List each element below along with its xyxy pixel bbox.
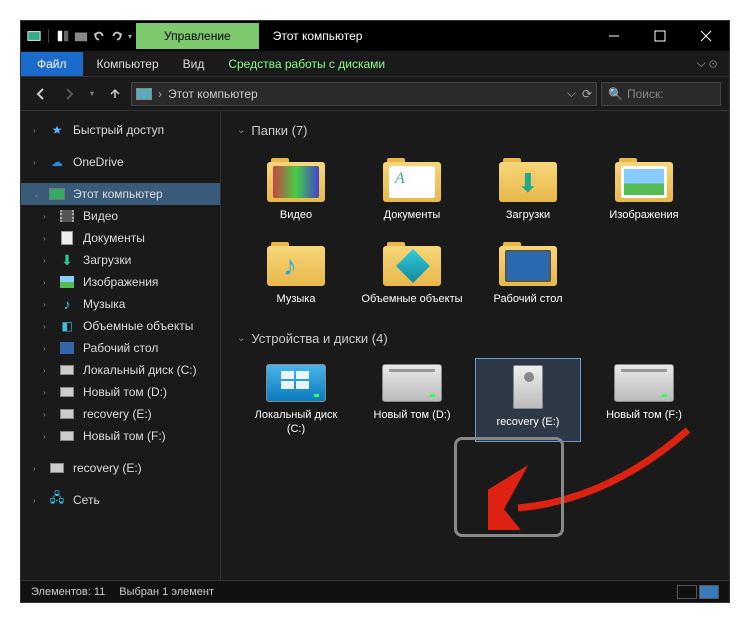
qat-dropdown-icon[interactable]: ▾ bbox=[128, 32, 132, 41]
download-icon: ⬇ bbox=[59, 252, 75, 268]
sidebar-network[interactable]: ›🖧Сеть bbox=[21, 489, 220, 511]
folder-music[interactable]: ♪ Музыка bbox=[243, 234, 349, 312]
up-button[interactable] bbox=[103, 82, 127, 106]
cube-icon: ◧ bbox=[59, 318, 75, 334]
forward-button[interactable] bbox=[57, 82, 81, 106]
document-icon bbox=[59, 230, 75, 246]
drive-recovery[interactable]: recovery (E:) bbox=[475, 358, 581, 443]
sidebar-recovery-ext[interactable]: ›recovery (E:) bbox=[21, 457, 220, 479]
nav-bar: ▾ › Этот компьютер ⌵ ⟳ 🔍 Поиск: bbox=[21, 77, 729, 111]
back-button[interactable] bbox=[29, 82, 53, 106]
window-title: Этот компьютер bbox=[273, 29, 363, 43]
group-folders-header[interactable]: ⌄Папки (7) bbox=[233, 117, 717, 144]
group-drives-header[interactable]: ⌄Устройства и диски (4) bbox=[233, 325, 717, 352]
sidebar-item-music[interactable]: ›♪Музыка bbox=[21, 293, 220, 315]
status-bar: Элементов: 11 Выбран 1 элемент bbox=[21, 580, 729, 602]
search-box[interactable]: 🔍 Поиск: bbox=[601, 82, 721, 106]
nav-pane: ›★Быстрый доступ ›☁OneDrive ⌄Этот компью… bbox=[21, 111, 221, 580]
sidebar-this-pc[interactable]: ⌄Этот компьютер bbox=[21, 183, 220, 205]
maximize-button[interactable] bbox=[637, 21, 683, 51]
sidebar-item-downloads[interactable]: ›⬇Загрузки bbox=[21, 249, 220, 271]
content-pane: ⌄Папки (7) Видео A Документы ⬇ Загрузки … bbox=[221, 111, 729, 580]
chevron-down-icon: ⌄ bbox=[237, 333, 245, 344]
breadcrumb[interactable]: Этот компьютер bbox=[168, 87, 258, 101]
ribbon-context-tab[interactable]: Управление bbox=[136, 23, 259, 49]
sidebar-item-3d[interactable]: ›◧Объемные объекты bbox=[21, 315, 220, 337]
sidebar-item-d[interactable]: ›Новый том (D:) bbox=[21, 381, 220, 403]
folder-3d-objects[interactable]: Объемные объекты bbox=[359, 234, 465, 312]
drive-icon bbox=[49, 460, 65, 476]
film-icon bbox=[59, 208, 75, 224]
ribbon-tab-drive-tools[interactable]: Средства работы с дисками bbox=[216, 52, 397, 76]
drive-icon bbox=[59, 428, 75, 444]
folder-videos[interactable]: Видео bbox=[243, 150, 349, 228]
pc-icon bbox=[49, 186, 65, 202]
sidebar-item-c[interactable]: ›Локальный диск (C:) bbox=[21, 359, 220, 381]
undo-icon[interactable] bbox=[92, 29, 106, 43]
drive-icon bbox=[59, 362, 75, 378]
star-icon: ★ bbox=[49, 122, 65, 138]
minimize-button[interactable] bbox=[591, 21, 637, 51]
quick-access-toolbar: ▾ bbox=[21, 29, 132, 43]
titlebar: ▾ Управление Этот компьютер bbox=[21, 21, 729, 51]
recent-dropdown[interactable]: ▾ bbox=[85, 82, 99, 106]
sidebar-onedrive[interactable]: ›☁OneDrive bbox=[21, 151, 220, 173]
chevron-down-icon: ⌄ bbox=[237, 125, 245, 136]
ribbon-tab-computer[interactable]: Компьютер bbox=[85, 52, 171, 76]
sidebar-item-f[interactable]: ›Новый том (F:) bbox=[21, 425, 220, 447]
drive-d[interactable]: Новый том (D:) bbox=[359, 358, 465, 443]
drive-icon bbox=[59, 406, 75, 422]
view-details-button[interactable] bbox=[677, 585, 697, 599]
ribbon-tab-view[interactable]: Вид bbox=[171, 52, 217, 76]
folder-documents[interactable]: A Документы bbox=[359, 150, 465, 228]
sidebar-item-desktop[interactable]: ›Рабочий стол bbox=[21, 337, 220, 359]
ribbon: Файл Компьютер Вид Средства работы с дис… bbox=[21, 51, 729, 77]
drive-icon bbox=[59, 384, 75, 400]
properties-icon[interactable] bbox=[56, 29, 70, 43]
address-dropdown[interactable]: ⌵ bbox=[567, 86, 576, 101]
image-icon bbox=[59, 274, 75, 290]
cloud-icon: ☁ bbox=[49, 154, 65, 170]
sidebar-item-videos[interactable]: ›Видео bbox=[21, 205, 220, 227]
desktop-icon bbox=[59, 340, 75, 356]
status-selection: Выбран 1 элемент bbox=[119, 586, 214, 598]
new-folder-icon[interactable] bbox=[74, 29, 88, 43]
status-item-count: Элементов: 11 bbox=[31, 586, 105, 598]
folder-pictures[interactable]: Изображения bbox=[591, 150, 697, 228]
refresh-button[interactable]: ⟳ bbox=[582, 87, 592, 101]
drive-f[interactable]: Новый том (F:) bbox=[591, 358, 697, 443]
pc-icon bbox=[136, 88, 152, 100]
view-large-icons-button[interactable] bbox=[699, 585, 719, 599]
sidebar-item-pictures[interactable]: ›Изображения bbox=[21, 271, 220, 293]
search-placeholder: Поиск: bbox=[627, 87, 664, 101]
chevron-right-icon[interactable]: › bbox=[158, 87, 162, 101]
sidebar-quick-access[interactable]: ›★Быстрый доступ bbox=[21, 119, 220, 141]
drive-c[interactable]: Локальный диск (C:) bbox=[243, 358, 349, 443]
sidebar-item-recovery[interactable]: ›recovery (E:) bbox=[21, 403, 220, 425]
ribbon-file-tab[interactable]: Файл bbox=[21, 52, 83, 76]
address-bar[interactable]: › Этот компьютер ⌵ ⟳ bbox=[131, 82, 597, 106]
close-button[interactable] bbox=[683, 21, 729, 51]
ribbon-expand-button[interactable]: ⌵ ⊙ bbox=[685, 56, 729, 71]
explorer-icon bbox=[27, 29, 41, 43]
music-icon: ♪ bbox=[59, 296, 75, 312]
search-icon: 🔍 bbox=[608, 87, 623, 101]
folder-desktop[interactable]: Рабочий стол bbox=[475, 234, 581, 312]
explorer-window: ▾ Управление Этот компьютер Файл Компьют… bbox=[20, 20, 730, 603]
sidebar-item-documents[interactable]: ›Документы bbox=[21, 227, 220, 249]
network-icon: 🖧 bbox=[49, 492, 65, 508]
redo-icon[interactable] bbox=[110, 29, 124, 43]
folder-downloads[interactable]: ⬇ Загрузки bbox=[475, 150, 581, 228]
